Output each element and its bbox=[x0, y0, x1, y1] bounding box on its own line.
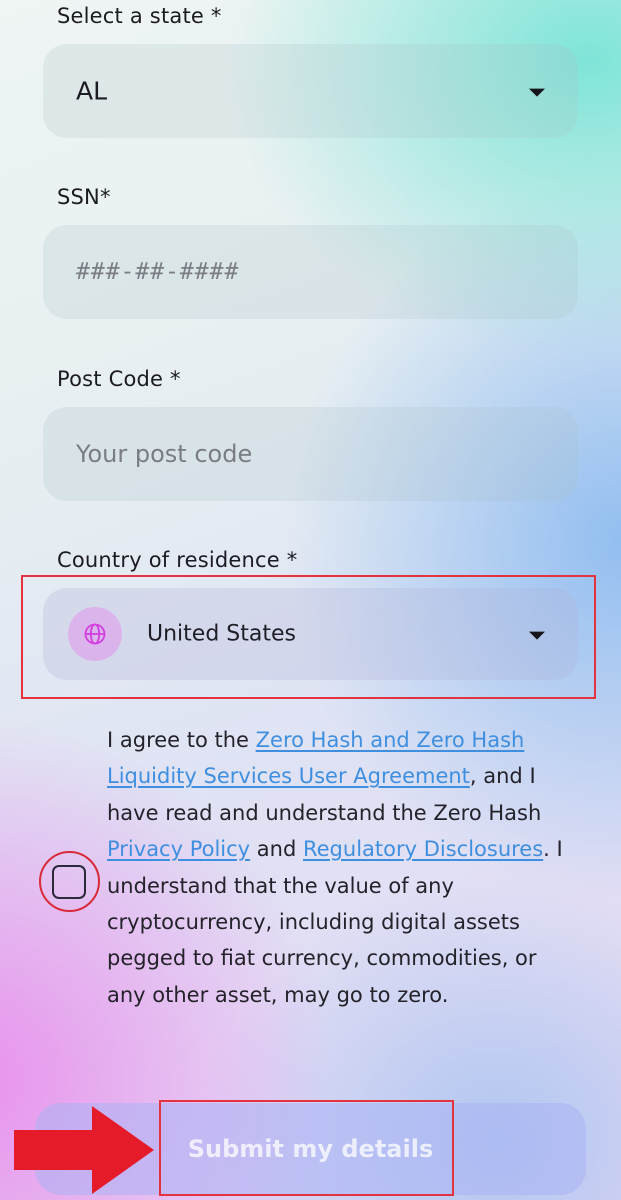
ssn-label: SSN* bbox=[57, 185, 111, 209]
state-select[interactable]: AL bbox=[43, 44, 578, 138]
agreement-text-part: and bbox=[250, 837, 303, 862]
submit-highlight-box bbox=[159, 1100, 454, 1196]
state-value: AL bbox=[76, 76, 108, 106]
country-highlight-box bbox=[21, 575, 596, 699]
post-code-label: Post Code * bbox=[57, 367, 181, 391]
post-code-placeholder: Your post code bbox=[76, 440, 253, 468]
agreement-text-part: I agree to the bbox=[107, 728, 256, 752]
post-code-input[interactable]: Your post code bbox=[43, 407, 578, 501]
regulatory-disclosures-link[interactable]: Regulatory Disclosures bbox=[303, 837, 543, 861]
red-arrow-icon bbox=[14, 1106, 154, 1194]
country-label: Country of residence * bbox=[57, 548, 298, 572]
agreement-text-part: . I understand that the value of any cry… bbox=[107, 837, 563, 1007]
checkbox-highlight-circle bbox=[39, 851, 100, 912]
state-label: Select a state * bbox=[57, 4, 222, 28]
ssn-placeholder: ###-##-#### bbox=[76, 259, 240, 285]
ssn-input[interactable]: ###-##-#### bbox=[43, 225, 578, 319]
chevron-down-icon bbox=[529, 88, 545, 97]
privacy-policy-link[interactable]: Privacy Policy bbox=[107, 837, 250, 861]
agreement-text: I agree to the Zero Hash and Zero Hash L… bbox=[107, 722, 577, 1013]
